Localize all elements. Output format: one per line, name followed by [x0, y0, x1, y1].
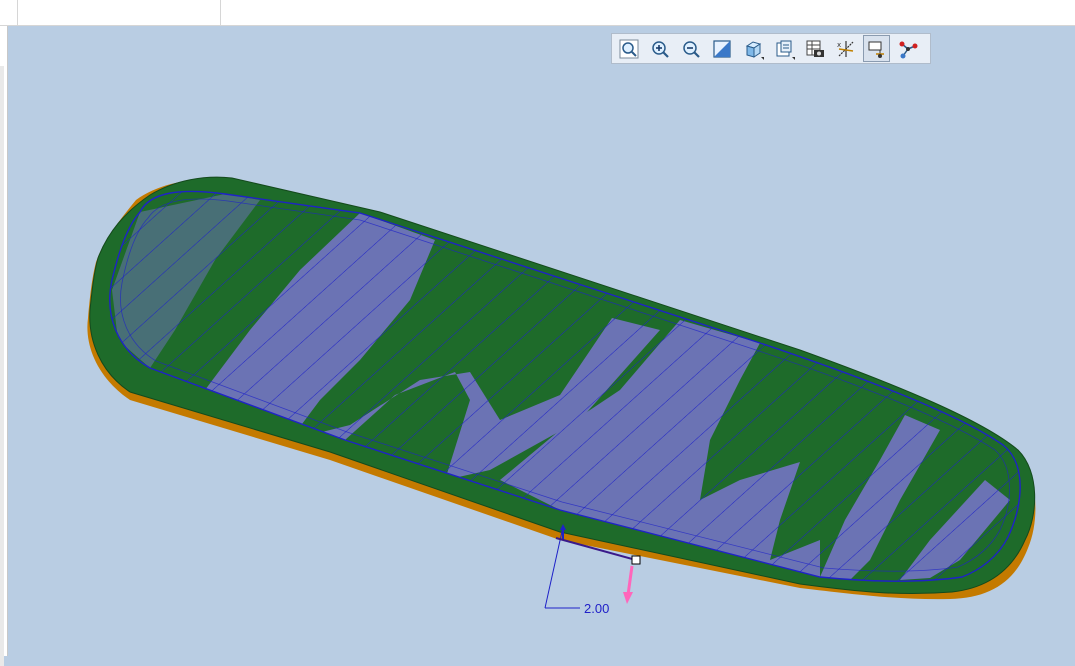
spin-center-button[interactable]	[894, 35, 921, 62]
dimension-value[interactable]: 2.00	[584, 601, 609, 616]
saved-views-icon	[776, 40, 791, 56]
zoom-in-button[interactable]	[646, 35, 673, 62]
saved-views-button[interactable]	[770, 35, 797, 62]
annotation-display-icon	[868, 41, 884, 58]
drag-handle[interactable]	[623, 555, 641, 604]
zoom-out-icon	[682, 40, 700, 58]
datum-axes-icon: x	[837, 40, 853, 57]
cube-icon	[745, 40, 761, 58]
magnifier-icon	[619, 39, 638, 58]
view-toolbar: x	[611, 33, 931, 64]
view-manager-button[interactable]	[801, 35, 828, 62]
view-diagonal-icon	[712, 39, 731, 58]
graphics-viewport[interactable]	[0, 0, 1075, 656]
svg-text:x: x	[837, 41, 841, 49]
refit-view-button[interactable]	[708, 35, 735, 62]
datum-display-button[interactable]: x	[832, 35, 859, 62]
zoom-fit-button[interactable]	[615, 35, 642, 62]
zoom-out-button[interactable]	[677, 35, 704, 62]
zoom-in-icon	[651, 40, 669, 58]
annotation-display-button[interactable]	[863, 35, 890, 62]
table-camera-icon	[806, 40, 824, 57]
nodes-icon	[899, 41, 917, 58]
display-style-button[interactable]	[739, 35, 766, 62]
